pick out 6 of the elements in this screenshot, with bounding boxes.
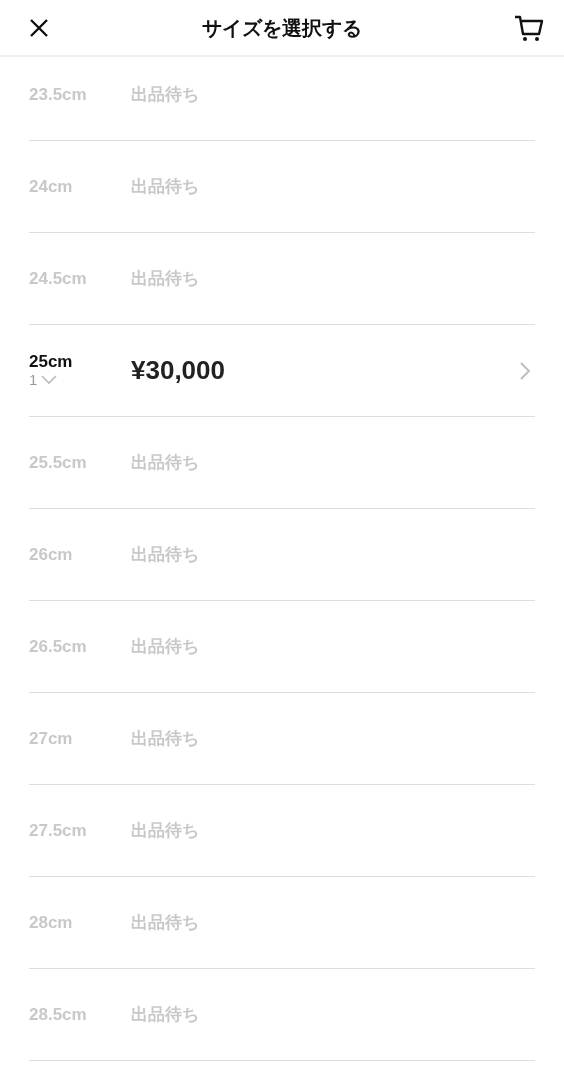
page-title: サイズを選択する [202,15,362,41]
close-icon[interactable] [28,16,50,39]
price-label: ¥30,000 [131,354,226,387]
size-label: 25cm [29,352,74,372]
quantity-label: 1 [29,371,38,389]
cart-icon[interactable] [514,13,544,42]
